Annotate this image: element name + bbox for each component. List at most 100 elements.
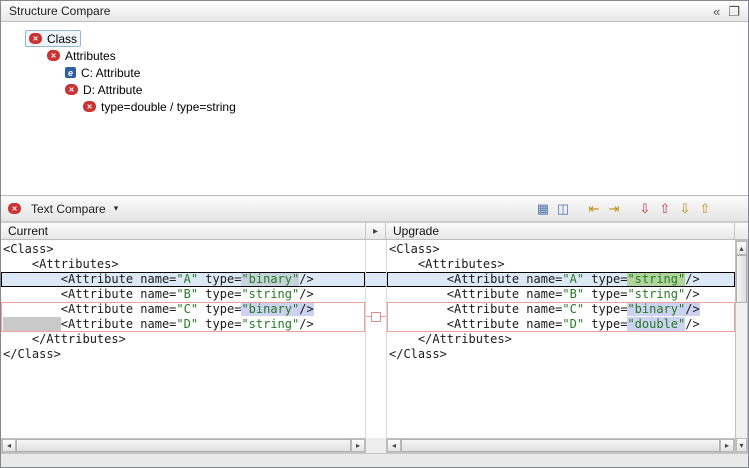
tree-item-box: eC: Attribute (61, 64, 144, 81)
code-line[interactable]: <Attributes> (1, 257, 365, 272)
two-way-compare-icon[interactable]: ▦ (533, 200, 553, 218)
code-line[interactable]: <Attribute name="C" type="binary"/> (387, 302, 735, 317)
scroll-right-button[interactable]: ▸ (351, 439, 365, 452)
scrollbar-gap (366, 438, 386, 453)
vertical-scrollbar-track[interactable] (736, 303, 747, 438)
code-token: "binary" (241, 302, 299, 316)
code-line[interactable]: <Attribute name="B" type="string"/> (1, 287, 365, 302)
right-pane-header: Upgrade (386, 222, 735, 240)
code-token (3, 317, 61, 331)
copy-all-from-left-to-right-icon[interactable]: ⇥ (604, 200, 624, 218)
collapse-panel-icon[interactable]: « (713, 5, 720, 18)
code-token: <Attribute name= (389, 317, 562, 331)
code-line[interactable]: <Attributes> (387, 257, 735, 272)
right-editor[interactable]: <Class> <Attributes> <Attribute name="A"… (386, 240, 735, 438)
code-token: "string" (241, 287, 299, 301)
code-token: /> (299, 272, 313, 286)
scroll-left-button[interactable]: ◂ (2, 439, 16, 452)
code-token: type= (198, 302, 241, 316)
code-line[interactable]: <Attribute name="C" type="binary"/> (1, 302, 365, 317)
tree-item-label: Class (47, 32, 77, 46)
code-token: "B" (562, 287, 584, 301)
left-horizontal-scrollbar[interactable]: ◂ ▸ (1, 438, 366, 453)
structure-compare-title: Structure Compare (9, 4, 110, 18)
code-token: "string" (627, 272, 685, 286)
code-token: "D" (562, 317, 584, 331)
code-line[interactable]: <Attribute name="D" type="double"/> (387, 317, 735, 332)
code-token: <Attribute name= (389, 287, 562, 301)
code-token: "A" (562, 272, 584, 286)
next-change-icon[interactable]: ⇩ (675, 200, 695, 218)
code-token: <Attribute name= (3, 302, 176, 316)
chevron-down-icon[interactable]: ▾ (114, 203, 119, 214)
code-token: <Class> (389, 242, 440, 256)
direction-indicator-icon[interactable]: ▸ (373, 226, 378, 237)
code-line[interactable]: <Class> (387, 242, 735, 257)
code-line[interactable]: </Attributes> (1, 332, 365, 347)
right-pane-title: Upgrade (393, 224, 439, 238)
left-pane-header: Current (1, 222, 366, 240)
tree-item-label: type=double / type=string (101, 100, 236, 114)
code-token: "C" (562, 302, 584, 316)
pane-layout-icon[interactable]: ❐ (728, 5, 740, 18)
tree-item[interactable]: ✕ type=double / type=string (1, 98, 748, 115)
conflict-icon: ✕ (83, 101, 96, 112)
code-line[interactable]: <Attribute name="A" type="binary"/> (1, 272, 365, 287)
code-line[interactable]: <Attribute name="D" type="string"/> (1, 317, 365, 332)
code-line[interactable]: </Attributes> (387, 332, 735, 347)
code-token: <Class> (3, 242, 54, 256)
next-difference-icon[interactable]: ⇩ (635, 200, 655, 218)
code-token: type= (198, 287, 241, 301)
scroll-left-button[interactable]: ◂ (387, 439, 401, 452)
code-token: </Attributes> (3, 332, 126, 346)
tree-item-box: ✕D: Attribute (61, 81, 146, 98)
code-token: type= (198, 317, 241, 331)
code-token: </Class> (3, 347, 61, 361)
code-token: "string" (627, 287, 685, 301)
tree-item[interactable]: eC: Attribute (1, 64, 748, 81)
diff-connector-area (366, 240, 386, 438)
tree-item[interactable]: ✕ Class (1, 30, 748, 47)
tree-item[interactable]: ✕D: Attribute (1, 81, 748, 98)
scroll-right-button[interactable]: ▸ (720, 439, 734, 452)
code-token: <Attributes> (389, 257, 505, 271)
scroll-up-button[interactable]: ▴ (736, 241, 747, 255)
code-line[interactable]: </Class> (1, 347, 365, 362)
text-compare-toolbar: ▦◫⇤⇥⇩⇧⇩⇧ (533, 200, 741, 218)
conflict-connector-handle[interactable] (371, 312, 381, 322)
code-token: <Attributes> (3, 257, 119, 271)
structure-compare-tree: ✕Class✕AttributeseC: Attribute✕D: Attrib… (1, 22, 748, 195)
conflict-icon: ✕ (29, 33, 42, 44)
left-editor[interactable]: <Class> <Attributes> <Attribute name="A"… (1, 240, 366, 438)
text-compare-title: Text Compare (31, 202, 106, 216)
right-horizontal-scrollbar-thumb[interactable] (401, 439, 720, 452)
code-token: <Attribute name= (389, 302, 562, 316)
previous-difference-icon[interactable]: ⇧ (655, 200, 675, 218)
code-line[interactable]: <Class> (1, 242, 365, 257)
swap-left-and-right-icon[interactable]: ◫ (553, 200, 573, 218)
code-token: <Attribute name= (3, 272, 176, 286)
vertical-scrollbar-thumb[interactable] (736, 255, 747, 303)
text-compare-header: ✕ Text Compare ▾ ▦◫⇤⇥⇩⇧⇩⇧ (1, 195, 748, 222)
left-horizontal-scrollbar-thumb[interactable] (16, 439, 351, 452)
vertical-scrollbar[interactable]: ▴ ▾ (735, 240, 748, 453)
tree-item-label: Attributes (65, 49, 116, 63)
copy-all-from-right-to-left-icon[interactable]: ⇤ (584, 200, 604, 218)
code-line[interactable]: </Class> (387, 347, 735, 362)
tree-item[interactable]: ✕Attributes (1, 47, 748, 64)
previous-change-icon[interactable]: ⇧ (695, 200, 715, 218)
code-line[interactable]: <Attribute name="A" type="string"/> (387, 272, 735, 287)
code-token: type= (584, 317, 627, 331)
tree-item-box: ✕ Class (25, 30, 81, 47)
code-token: <Attribute name= (61, 317, 177, 331)
code-token: type= (584, 302, 627, 316)
incoming-icon: e (65, 67, 76, 78)
conflict-icon: ✕ (65, 84, 78, 95)
structure-compare-header: Structure Compare « ❐ (1, 1, 748, 22)
code-token: "double" (627, 317, 685, 331)
scroll-down-button[interactable]: ▾ (736, 438, 747, 452)
code-token: </Attributes> (389, 332, 512, 346)
code-line[interactable]: <Attribute name="B" type="string"/> (387, 287, 735, 302)
scrollbar-corner (735, 222, 748, 240)
right-horizontal-scrollbar[interactable]: ◂ ▸ (386, 438, 735, 453)
